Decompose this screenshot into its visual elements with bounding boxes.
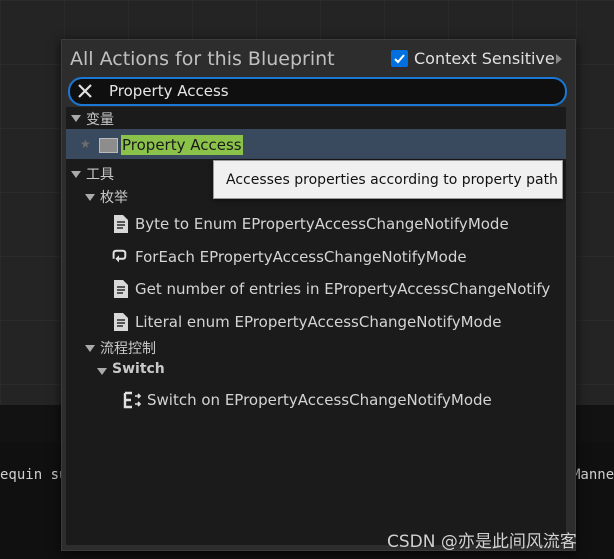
function-icon <box>114 313 128 331</box>
star-icon[interactable]: ★ <box>80 137 91 151</box>
search-box[interactable] <box>68 77 567 106</box>
popup-title: All Actions for this Blueprint <box>70 48 335 70</box>
action-menu-popup: All Actions for this Blueprint Context S… <box>61 39 576 551</box>
function-icon <box>114 215 128 233</box>
category-flow-control[interactable]: 流程控制 <box>100 338 156 358</box>
category-switch[interactable]: Switch <box>112 361 165 377</box>
context-sensitive-label[interactable]: Context Sensitive <box>414 49 555 68</box>
search-input[interactable] <box>109 81 549 101</box>
function-icon <box>114 280 128 298</box>
switch-icon <box>123 391 142 409</box>
category-variables[interactable]: 变量 <box>86 109 114 129</box>
action-item-property-access[interactable]: Property Access <box>121 135 243 155</box>
expand-arrow-icon[interactable] <box>85 194 95 201</box>
action-item[interactable]: Switch on EPropertyAccessChangeNotifyMod… <box>147 391 492 409</box>
output-text-left: equin su <box>0 467 68 483</box>
checkmark-icon <box>394 54 405 64</box>
close-icon[interactable] <box>76 82 94 100</box>
action-item[interactable]: Get number of entries in EPropertyAccess… <box>135 280 550 298</box>
category-tools[interactable]: 工具 <box>86 164 114 184</box>
expand-arrow-icon[interactable] <box>85 345 95 352</box>
tooltip: Accesses properties according to propert… <box>213 160 563 199</box>
action-item[interactable]: Literal enum EPropertyAccessChangeNotify… <box>135 313 502 331</box>
category-enum[interactable]: 枚举 <box>100 187 128 207</box>
chevron-right-icon[interactable] <box>556 54 562 64</box>
loop-icon <box>112 249 127 263</box>
expand-arrow-icon[interactable] <box>71 115 81 122</box>
expand-arrow-icon[interactable] <box>71 171 81 178</box>
expand-arrow-icon[interactable] <box>97 368 107 375</box>
action-item[interactable]: ForEach EPropertyAccessChangeNotifyMode <box>135 248 467 266</box>
watermark: CSDN @亦是此间风流客 <box>387 532 577 552</box>
context-sensitive-checkbox[interactable] <box>391 50 408 67</box>
action-item[interactable]: Byte to Enum EPropertyAccessChangeNotify… <box>135 215 509 233</box>
variable-icon <box>99 138 118 153</box>
output-text-right: Manne <box>572 467 614 483</box>
